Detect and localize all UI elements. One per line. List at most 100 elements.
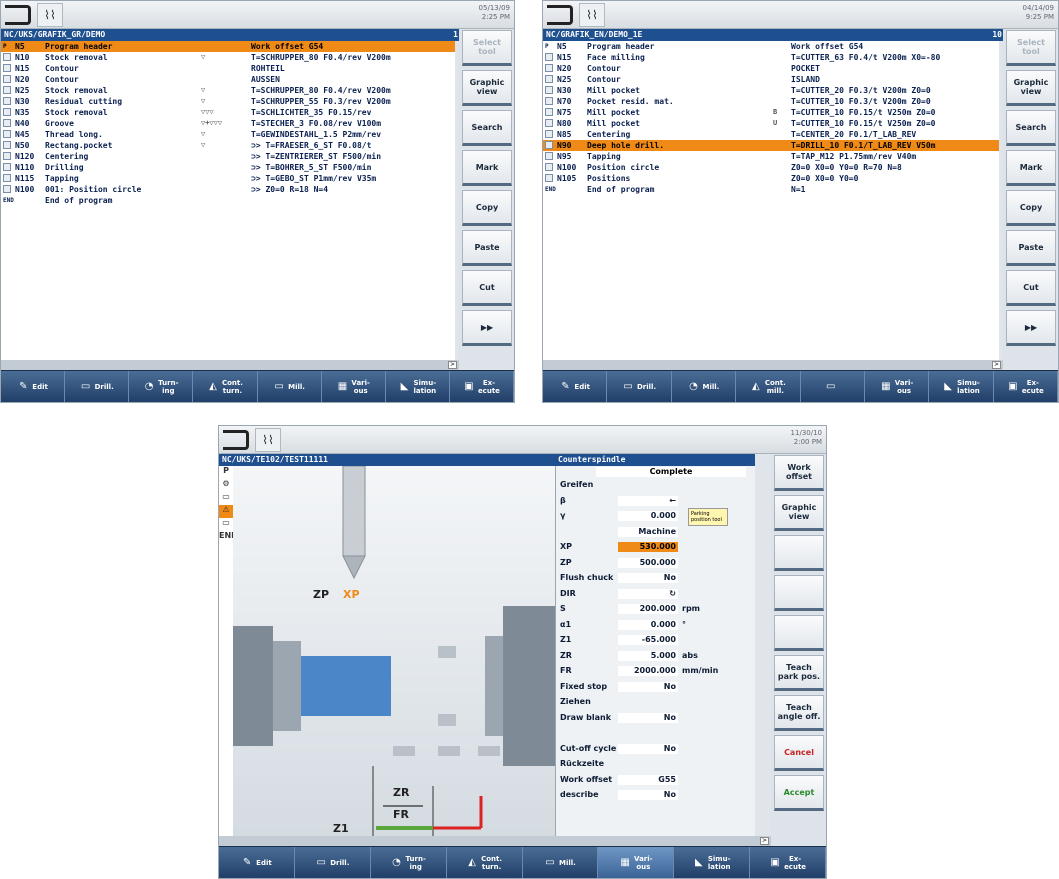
list-item[interactable]: N90 Deep hole drill. T=DRILL_10 F0.1/T_LAB… xyxy=(543,140,999,151)
list-item[interactable]: N95 Tapping T=TAP_M12 P1.75mm/rev V40m xyxy=(543,151,999,162)
side-icon[interactable]: P xyxy=(219,466,233,479)
hkey-0[interactable]: ✎ Edit xyxy=(1,371,66,402)
machine-area-icon[interactable]: ⌇⌇ xyxy=(37,3,63,27)
softkey-4[interactable]: Copy xyxy=(1006,190,1056,226)
hkey-3[interactable]: ◭ Cont. mill. xyxy=(736,371,801,402)
hkey-0[interactable]: ✎ Edit xyxy=(543,371,608,402)
softkey-0[interactable]: Work offset xyxy=(774,455,824,491)
softkey-5[interactable]: Paste xyxy=(462,230,512,266)
param-value[interactable]: ← xyxy=(618,495,678,506)
param-value[interactable]: 0.000 xyxy=(618,511,678,521)
list-item[interactable]: N25 Contour ISLAND xyxy=(543,74,999,85)
param-value[interactable]: G55 xyxy=(618,774,678,785)
hkey-5[interactable]: ▦ Vari- ous xyxy=(865,371,930,402)
hkey-4[interactable]: ▭ xyxy=(801,371,865,402)
param-value[interactable]: -65.000 xyxy=(618,635,678,645)
list-item[interactable]: N50 Rectang.pocket ▽ ⊃> T=FRAESER_6_ST F0.0… xyxy=(1,140,455,151)
param-value[interactable]: 5.000 xyxy=(618,650,678,661)
list-item[interactable]: N115 Tapping ⊃> T=GEBO_ST P1mm/rev V35m xyxy=(1,173,455,184)
hkey-2[interactable]: ◔ Mill. xyxy=(672,371,737,402)
machine-area-icon[interactable]: ⌇⌇ xyxy=(579,3,605,27)
list-item[interactable]: N110 Drilling ⊃> T=BOHRER_5_ST F500/min xyxy=(1,162,455,173)
softkey-0[interactable]: Select tool xyxy=(1006,30,1056,66)
param-value[interactable]: No xyxy=(618,681,678,692)
list-item[interactable]: N10 Stock removal ▽ T=SCHRUPPER_80 F0.4/rev… xyxy=(1,52,455,63)
hkey-4[interactable]: ▭ Mill. xyxy=(258,371,322,402)
hkey-7[interactable]: ▣ Ex- ecute xyxy=(750,847,826,878)
softkey-3[interactable] xyxy=(774,575,824,611)
softkey-3[interactable]: Mark xyxy=(1006,150,1056,186)
list-item[interactable]: END End of program N=1 xyxy=(543,184,999,195)
param-value[interactable]: 500.000 xyxy=(618,557,678,568)
list-item[interactable]: P N5 Program header Work offset G54 xyxy=(543,41,999,52)
softkey-1[interactable]: Graphic view xyxy=(462,70,512,106)
list-item[interactable]: N120 Centering ⊃> T=ZENTRIERER_ST F500/min xyxy=(1,151,455,162)
list-item[interactable]: N40 Groove ▽+▽▽▽ T=STECHER_3 F0.08/rev V100… xyxy=(1,118,455,129)
param-value[interactable]: Machine xyxy=(618,526,678,537)
horizontal-scrollbar[interactable]: > xyxy=(543,360,1003,370)
hkey-1[interactable]: ▭ Drill. xyxy=(607,371,672,402)
softkey-1[interactable]: Graphic view xyxy=(1006,70,1056,106)
hkey-1[interactable]: ▭ Drill. xyxy=(65,371,130,402)
param-value[interactable]: 200.000 xyxy=(618,604,678,614)
list-item[interactable]: N20 Contour AUSSEN xyxy=(1,74,455,85)
list-item[interactable]: N100 Position circle Z0=0 X0=0 Y0=0 R=70 N… xyxy=(543,162,999,173)
param-value[interactable]: No xyxy=(618,790,678,800)
list-item[interactable]: N30 Mill pocket T=CUTTER_20 F0.3/t V200m Z… xyxy=(543,85,999,96)
hkey-5[interactable]: ▦ Vari- ous xyxy=(322,371,386,402)
list-item[interactable]: N85 Centering T=CENTER_20 F0.1/T_LAB_REV xyxy=(543,129,999,140)
hkey-7[interactable]: ▣ Ex- ecute xyxy=(450,371,514,402)
param-value[interactable]: 2000.000 xyxy=(618,666,678,676)
list-item[interactable]: END End of program xyxy=(1,195,455,206)
param-value[interactable]: 0.000 xyxy=(618,619,678,630)
side-icon[interactable]: END xyxy=(219,531,238,544)
softkey-6[interactable]: Cut xyxy=(1006,270,1056,306)
side-icon[interactable]: ▭ xyxy=(219,492,233,505)
list-item[interactable]: N25 Stock removal ▽ T=SCHRUPPER_80 F0.4/rev… xyxy=(1,85,455,96)
machine-area-icon[interactable]: ⌇⌇ xyxy=(255,428,281,452)
param-value[interactable]: 530.000 xyxy=(618,542,678,552)
hkey-3[interactable]: ◭ Cont. turn. xyxy=(193,371,258,402)
softkey-4[interactable]: Copy xyxy=(462,190,512,226)
back-arrow-icon[interactable] xyxy=(223,430,249,450)
softkey-8[interactable]: Accept xyxy=(774,775,824,811)
list-item[interactable]: N30 Residual cutting ▽ T=SCHRUPPER_55 F0.3/… xyxy=(1,96,455,107)
hkey-7[interactable]: ▣ Ex- ecute xyxy=(994,371,1058,402)
hkey-6[interactable]: ◣ Simu- lation xyxy=(386,371,450,402)
softkey-1[interactable]: Graphic view xyxy=(774,495,824,531)
softkey-7[interactable]: ▶▶ xyxy=(462,310,512,346)
softkey-7[interactable]: Cancel xyxy=(774,735,824,771)
hkey-2[interactable]: ◔ Turn- ing xyxy=(129,371,194,402)
list-item[interactable]: N80 Mill pocket U T=CUTTER_10 F0.15/t V250m… xyxy=(543,118,999,129)
softkey-5[interactable]: Teach park pos. xyxy=(774,655,824,691)
side-icon[interactable]: ▭ xyxy=(219,518,233,531)
softkey-2[interactable]: Search xyxy=(462,110,512,146)
softkey-5[interactable]: Paste xyxy=(1006,230,1056,266)
hkey-0[interactable]: ✎ Edit xyxy=(219,847,295,878)
program-list[interactable]: P N5 Program header Work offset G54 N10 Stock… xyxy=(1,41,455,362)
softkey-2[interactable] xyxy=(774,535,824,571)
hkey-5[interactable]: ▦ Vari- ous xyxy=(598,847,675,878)
softkey-4[interactable] xyxy=(774,615,824,651)
hkey-6[interactable]: ◣ Simu- lation xyxy=(929,371,994,402)
horizontal-scrollbar[interactable]: > xyxy=(1,360,459,370)
list-item[interactable]: P N5 Program header Work offset G54 xyxy=(1,41,455,52)
list-item[interactable]: N105 Positions Z0=0 X0=0 Y0=0 xyxy=(543,173,999,184)
mode-select[interactable]: Complete xyxy=(596,467,746,477)
program-list[interactable]: P N5 Program header Work offset G54 N15 Face … xyxy=(543,41,999,362)
side-icon[interactable]: ⚠ xyxy=(219,505,233,518)
horizontal-scrollbar[interactable]: > xyxy=(219,836,771,846)
hkey-6[interactable]: ◣ Simu- lation xyxy=(674,847,751,878)
back-arrow-icon[interactable] xyxy=(547,5,573,25)
scroll-right-icon[interactable]: > xyxy=(992,361,1001,369)
list-item[interactable]: N100 001: Position circle ⊃> Z0=0 R=18 N=4 xyxy=(1,184,455,195)
side-icon[interactable]: ⚙ xyxy=(219,479,233,492)
hkey-1[interactable]: ▭ Drill. xyxy=(295,847,371,878)
list-item[interactable]: N45 Thread long. ▽ T=GEWINDESTAHL_1.5 P2mm/… xyxy=(1,129,455,140)
param-value[interactable]: No xyxy=(618,743,678,754)
list-item[interactable]: N75 Mill pocket B T=CUTTER_10 F0.15/t V250m… xyxy=(543,107,999,118)
list-item[interactable]: N35 Stock removal ▽▽▽ T=SCHLICHTER_35 F0.15… xyxy=(1,107,455,118)
list-item[interactable]: N20 Contour POCKET xyxy=(543,63,999,74)
list-item[interactable]: N15 Face milling T=CUTTER_63 F0.4/t V200m … xyxy=(543,52,999,63)
list-item[interactable]: N70 Pocket resid. mat. T=CUTTER_10 F0.3/t … xyxy=(543,96,999,107)
